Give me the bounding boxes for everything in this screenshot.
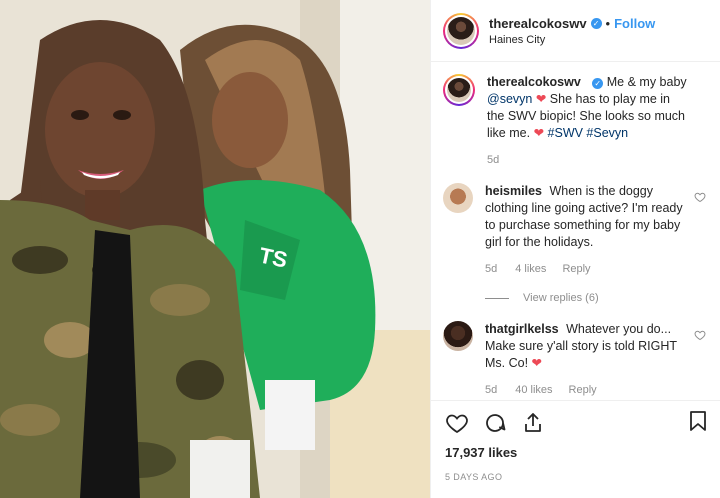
- comment-icon[interactable]: [483, 411, 507, 435]
- comment-time[interactable]: 5d: [485, 261, 497, 278]
- comment-username[interactable]: thatgirlkelss: [485, 322, 559, 336]
- post-photo[interactable]: TS: [0, 0, 430, 498]
- replies-divider: [485, 298, 509, 299]
- caption: therealcokoswv ✓ Me & my baby @sevyn ❤ S…: [443, 74, 708, 169]
- comments-list: therealcokoswv ✓ Me & my baby @sevyn ❤ S…: [431, 62, 720, 397]
- instagram-post: TS therealcokoswv ✓ • Follow Haines City…: [0, 0, 720, 498]
- verified-badge-icon: ✓: [590, 17, 602, 29]
- reply-button[interactable]: Reply: [569, 382, 597, 397]
- follow-button[interactable]: Follow: [614, 16, 655, 31]
- red-heart-emoji-icon: ❤: [533, 126, 545, 140]
- comment-avatar[interactable]: [443, 321, 473, 351]
- heart-icon[interactable]: [445, 411, 469, 435]
- comment-time[interactable]: 5d: [485, 382, 497, 397]
- caption-time[interactable]: 5d: [487, 152, 499, 169]
- like-count[interactable]: 17,937 likes: [445, 445, 707, 460]
- mention-link[interactable]: @sevyn: [487, 92, 532, 106]
- comment-item: heismiles When is the doggy clothing lin…: [443, 183, 708, 307]
- comment-likes[interactable]: 40 likes: [515, 382, 552, 397]
- view-replies-button[interactable]: View replies (6): [485, 290, 685, 307]
- red-heart-emoji-icon: ❤: [535, 92, 547, 106]
- reply-button[interactable]: Reply: [562, 261, 590, 278]
- post-timestamp[interactable]: 5 DAYS AGO: [445, 472, 707, 482]
- comment-likes[interactable]: 4 likes: [515, 261, 546, 278]
- header-text: therealcokoswv ✓ • Follow Haines City: [489, 16, 655, 46]
- hashtags-link[interactable]: #SWV #Sevyn: [548, 126, 629, 140]
- action-icons: [445, 409, 707, 437]
- action-bar: 17,937 likes 5 DAYS AGO: [431, 400, 720, 482]
- view-replies-label: View replies (6): [523, 292, 599, 304]
- comment-username[interactable]: heismiles: [485, 184, 542, 198]
- verified-badge-icon: ✓: [592, 78, 604, 89]
- post-header: therealcokoswv ✓ • Follow Haines City: [431, 0, 720, 62]
- comment-like-heart-icon[interactable]: [694, 329, 706, 341]
- avatar[interactable]: [443, 12, 479, 49]
- comment-avatar[interactable]: [443, 183, 473, 213]
- caption-username[interactable]: therealcokoswv: [487, 75, 581, 89]
- post-sidebar: therealcokoswv ✓ • Follow Haines City th…: [430, 0, 720, 498]
- separator-dot: •: [605, 15, 611, 31]
- caption-body: therealcokoswv ✓ Me & my baby @sevyn ❤ S…: [487, 74, 687, 169]
- location-link[interactable]: Haines City: [489, 34, 655, 46]
- comment-item: thatgirlkelss Whatever you do... Make su…: [443, 321, 708, 397]
- red-heart-emoji-icon: ❤: [531, 356, 543, 370]
- comment-body: heismiles When is the doggy clothing lin…: [485, 183, 685, 307]
- share-icon[interactable]: [521, 411, 545, 435]
- caption-avatar[interactable]: [443, 74, 475, 106]
- photo-illustration: TS: [0, 0, 430, 498]
- comment-like-heart-icon[interactable]: [694, 191, 706, 203]
- caption-text-1: Me & my baby: [606, 75, 687, 89]
- header-username[interactable]: therealcokoswv: [489, 16, 587, 31]
- comment-body: thatgirlkelss Whatever you do... Make su…: [485, 321, 685, 397]
- bookmark-icon[interactable]: [687, 409, 709, 433]
